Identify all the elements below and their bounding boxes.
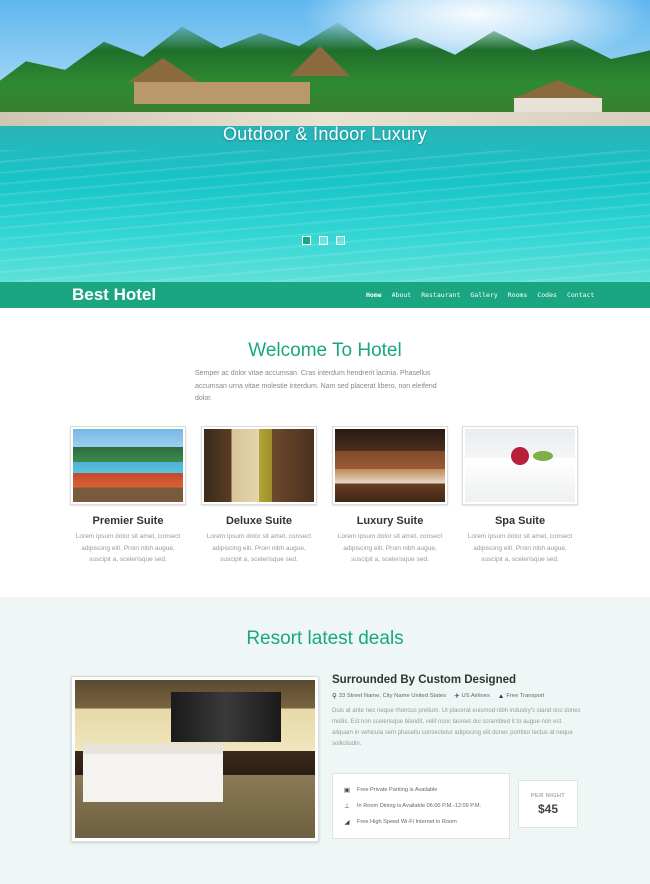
- deal-meta-address: ⚲ 33 Street Name, City Name United State…: [332, 692, 446, 700]
- deal-heading: Surrounded By Custom Designed: [332, 674, 517, 686]
- suite-name[interactable]: Spa Suite: [462, 515, 578, 527]
- nav-link-restaurant[interactable]: Restaurant: [421, 291, 460, 299]
- deal-room-image[interactable]: [75, 680, 315, 838]
- suite-card-premier[interactable]: Premier Suite Lorem ipsum dolor sit amet…: [70, 426, 186, 566]
- hut-body-left: [134, 82, 310, 104]
- room-window: [171, 692, 281, 742]
- suite-card-deluxe[interactable]: Deluxe Suite Lorem ipsum dolor sit amet,…: [201, 426, 317, 566]
- deal-airline: US Airlines: [461, 693, 490, 699]
- suite-card-spa[interactable]: Spa Suite Lorem ipsum dolor sit amet, co…: [462, 426, 578, 566]
- amenity-label: In Room Dining is Available 06:00 P.M.-1…: [357, 803, 482, 809]
- deal-address: 33 Street Name, City Name United States: [338, 693, 447, 699]
- deal-meta-airline: ✈ US Airlines: [454, 692, 490, 700]
- deal-meta-transport: ▲ Free Transport: [498, 693, 544, 700]
- suite-name[interactable]: Deluxe Suite: [201, 515, 317, 527]
- hut-body-right: [514, 98, 602, 112]
- brand-logo[interactable]: Best Hotel: [72, 285, 156, 305]
- hero-caption: Outdoor & Indoor Luxury: [222, 124, 427, 144]
- welcome-title: Welcome To Hotel: [248, 340, 402, 361]
- price-value: $45: [537, 802, 559, 816]
- suite-image-frame[interactable]: [332, 426, 448, 505]
- nav-link-gallery[interactable]: Gallery: [470, 291, 497, 299]
- nav-link-rooms[interactable]: Rooms: [508, 291, 528, 299]
- suite-name[interactable]: Luxury Suite: [332, 515, 448, 527]
- bus-icon: ▲: [497, 692, 505, 700]
- deals-title: Resort latest deals: [246, 628, 404, 649]
- amenity-label: Free High Speed Wi-Fi Internet in Room: [357, 819, 457, 825]
- deal-meta: ⚲ 33 Street Name, City Name United State…: [332, 692, 544, 701]
- suite-desc: Lorem ipsum dolor sit amet, consect adip…: [206, 533, 312, 563]
- suite-image-frame[interactable]: [70, 426, 186, 505]
- dining-icon: ⊥: [344, 803, 350, 810]
- car-icon: ▣: [343, 787, 351, 794]
- slider-dots: [302, 236, 345, 245]
- map-pin-icon: ⚲: [332, 693, 337, 700]
- price-box[interactable]: PER NIGHT $45: [518, 780, 578, 828]
- wifi-icon: ◢: [344, 819, 350, 826]
- plane-icon: ✈: [454, 693, 460, 700]
- water-ripples: [0, 150, 650, 282]
- nav-link-home[interactable]: Home: [366, 291, 382, 299]
- slider-dot-3[interactable]: [336, 236, 345, 245]
- price-label: PER NIGHT: [530, 793, 566, 799]
- slider-dot-2[interactable]: [319, 236, 328, 245]
- amenities-box: ▣ Free Private Parking is Available ⊥ In…: [332, 773, 510, 839]
- suite-image-luxury[interactable]: [335, 429, 445, 502]
- amenity-item: ◢ Free High Speed Wi-Fi Internet in Room: [343, 814, 499, 830]
- nav-link-about[interactable]: About: [392, 291, 412, 299]
- suite-image-frame[interactable]: [462, 426, 578, 505]
- welcome-text: Semper ac dolor vitae accumsan. Cras int…: [195, 370, 437, 402]
- suite-desc: Lorem ipsum dolor sit amet, consect adip…: [337, 533, 443, 563]
- nav-link-codes[interactable]: Codes: [537, 291, 557, 299]
- nav-link-contact[interactable]: Contact: [567, 291, 594, 299]
- amenity-label: Free Private Parking is Available: [357, 787, 438, 793]
- deal-transport: Free Transport: [506, 693, 545, 699]
- amenity-item: ⊥ In Room Dining is Available 06:00 P.M.…: [343, 798, 499, 814]
- suite-image-deluxe[interactable]: [204, 429, 314, 502]
- room-bed: [83, 744, 223, 802]
- suite-image-spa[interactable]: [465, 429, 575, 502]
- suite-image-frame[interactable]: [201, 426, 317, 505]
- deal-image-frame[interactable]: [71, 676, 319, 842]
- navbar: Best Hotel Home About Restaurant Gallery…: [0, 282, 650, 308]
- suite-name[interactable]: Premier Suite: [70, 515, 186, 527]
- suite-card-luxury[interactable]: Luxury Suite Lorem ipsum dolor sit amet,…: [332, 426, 448, 566]
- hero-slider: Outdoor & Indoor Luxury: [0, 0, 650, 282]
- suite-desc: Lorem ipsum dolor sit amet, consect adip…: [75, 533, 181, 563]
- amenity-item: ▣ Free Private Parking is Available: [343, 782, 499, 798]
- deal-description: Duis at ante nec neque rhoncus pretium. …: [332, 708, 581, 747]
- suite-desc: Lorem ipsum dolor sit amet, consect adip…: [467, 533, 573, 563]
- suite-image-premier[interactable]: [73, 429, 183, 502]
- nav-links: Home About Restaurant Gallery Rooms Code…: [366, 291, 594, 299]
- slider-dot-1[interactable]: [302, 236, 311, 245]
